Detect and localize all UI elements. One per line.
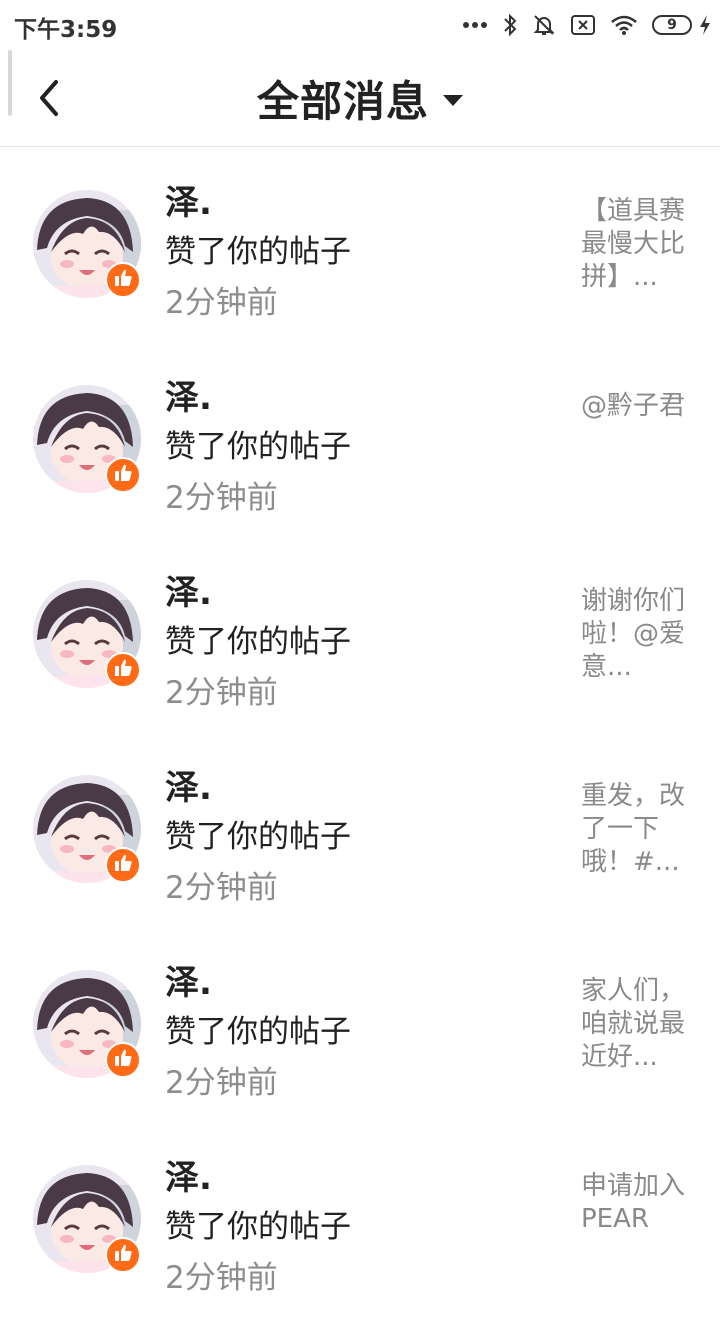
message-item[interactable]: 泽. 赞了你的帖子 2分钟前 【道具赛最慢大比拼】...: [0, 147, 720, 342]
like-badge: [105, 847, 141, 883]
message-time: 2分钟前: [165, 285, 278, 321]
message-item[interactable]: 泽. 赞了你的帖子 2分钟前 @黔子君: [0, 342, 720, 537]
avatar[interactable]: [33, 1165, 141, 1273]
avatar[interactable]: [33, 775, 141, 883]
nav-header: 全部消息: [0, 50, 720, 147]
message-action: 赞了你的帖子: [165, 1209, 351, 1245]
status-time: 下午3:59: [14, 17, 118, 43]
like-badge: [105, 1042, 141, 1078]
post-preview[interactable]: 申请加入PEAR: [581, 1170, 689, 1236]
post-preview[interactable]: 【道具赛最慢大比拼】...: [581, 195, 689, 294]
avatar[interactable]: [33, 580, 141, 688]
message-time: 2分钟前: [165, 675, 278, 711]
message-action: 赞了你的帖子: [165, 1014, 351, 1050]
bluetooth-icon: [502, 13, 518, 37]
message-time: 2分钟前: [165, 1065, 278, 1101]
thumbs-up-icon: [112, 462, 134, 488]
avatar[interactable]: [33, 970, 141, 1078]
like-badge: [105, 457, 141, 493]
title-dropdown[interactable]: 全部消息: [0, 50, 720, 146]
like-badge: [105, 652, 141, 688]
more-dots-icon: [462, 20, 488, 30]
message-action: 赞了你的帖子: [165, 234, 351, 270]
message-action: 赞了你的帖子: [165, 429, 351, 465]
charging-icon: [698, 14, 712, 36]
message-username[interactable]: 泽.: [165, 565, 212, 614]
status-icons: 9: [462, 8, 712, 42]
post-preview[interactable]: 家人们，咱就说最近好...: [581, 975, 689, 1074]
wifi-icon: [610, 14, 638, 36]
message-action: 赞了你的帖子: [165, 624, 351, 660]
thumbs-up-icon: [112, 1242, 134, 1268]
thumbs-up-icon: [112, 267, 134, 293]
message-list: 泽. 赞了你的帖子 2分钟前 【道具赛最慢大比拼】... 泽. 赞了你的帖子 2…: [0, 147, 720, 1317]
message-time: 2分钟前: [165, 870, 278, 906]
no-sim-icon: [570, 14, 596, 36]
battery-icon: 9: [652, 15, 692, 35]
message-action: 赞了你的帖子: [165, 819, 351, 855]
message-item[interactable]: 泽. 赞了你的帖子 2分钟前 申请加入PEAR: [0, 1122, 720, 1317]
avatar[interactable]: [33, 385, 141, 493]
caret-down-icon: [443, 94, 463, 106]
thumbs-up-icon: [112, 852, 134, 878]
post-preview[interactable]: @黔子君: [581, 390, 689, 423]
mute-bell-icon: [532, 13, 556, 37]
message-username[interactable]: 泽.: [165, 1150, 212, 1199]
like-badge: [105, 1237, 141, 1273]
like-badge: [105, 262, 141, 298]
message-username[interactable]: 泽.: [165, 370, 212, 419]
message-username[interactable]: 泽.: [165, 760, 212, 809]
message-time: 2分钟前: [165, 1260, 278, 1296]
message-username[interactable]: 泽.: [165, 175, 212, 224]
page-title: 全部消息: [256, 76, 429, 126]
post-preview[interactable]: 谢谢你们啦！@爱意...: [581, 585, 689, 684]
message-item[interactable]: 泽. 赞了你的帖子 2分钟前 家人们，咱就说最近好...: [0, 927, 720, 1122]
message-item[interactable]: 泽. 赞了你的帖子 2分钟前 重发，改了一下哦！#...: [0, 732, 720, 927]
post-preview[interactable]: 重发，改了一下哦！#...: [581, 780, 689, 879]
message-time: 2分钟前: [165, 480, 278, 516]
avatar[interactable]: [33, 190, 141, 298]
message-username[interactable]: 泽.: [165, 955, 212, 1004]
message-item[interactable]: 泽. 赞了你的帖子 2分钟前 谢谢你们啦！@爱意...: [0, 537, 720, 732]
status-bar: 下午3:59 9: [0, 0, 720, 50]
thumbs-up-icon: [112, 1047, 134, 1073]
battery-level: 9: [667, 17, 677, 33]
thumbs-up-icon: [112, 657, 134, 683]
